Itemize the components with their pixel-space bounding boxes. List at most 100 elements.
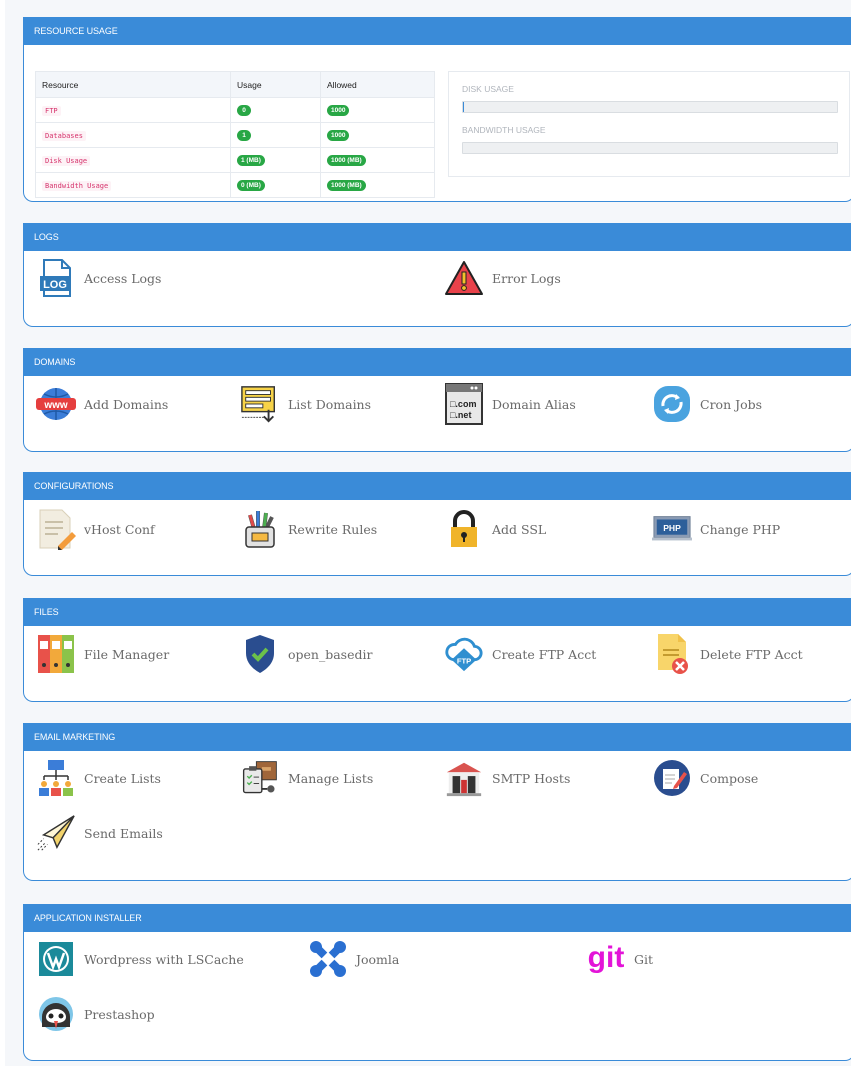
git-link[interactable]: git Git (586, 939, 653, 979)
ftp-cloud-icon: FTP (444, 634, 484, 674)
resource-name: Databases (42, 131, 86, 141)
delete-ftp-label: Delete FTP Acct (700, 646, 803, 662)
configurations-title: CONFIGURATIONS (23, 472, 851, 500)
resource-usage-panel: RESOURCE USAGE Resource Usage Allowed FT… (23, 17, 851, 202)
prestashop-link[interactable]: Prestashop (36, 997, 155, 1031)
access-logs-link[interactable]: LOG Access Logs (36, 259, 162, 297)
table-row: Databases 1 1000 (35, 122, 435, 148)
cron-jobs-link[interactable]: Cron Jobs (652, 384, 763, 424)
create-lists-label: Create Lists (84, 770, 161, 786)
joomla-label: Joomla (356, 951, 400, 967)
svg-text:PHP: PHP (663, 523, 681, 533)
domain-alias-icon: □.com □.net (444, 383, 484, 425)
compose-link[interactable]: Compose (652, 758, 758, 798)
error-logs-label: Error Logs (492, 270, 561, 286)
joomla-icon (308, 939, 348, 979)
svg-text:FTP: FTP (457, 657, 471, 666)
email-marketing-title: EMAIL MARKETING (23, 723, 851, 751)
send-emails-label: Send Emails (84, 825, 163, 841)
wordpress-link[interactable]: Wordpress with LSCache (36, 942, 244, 976)
resource-usage-title: RESOURCE USAGE (23, 17, 851, 45)
col-allowed: Allowed (320, 71, 435, 98)
lock-icon (444, 509, 484, 549)
page: RESOURCE USAGE Resource Usage Allowed FT… (5, 0, 851, 1066)
php-icon: PHP (652, 509, 692, 549)
col-usage: Usage (230, 71, 321, 98)
domain-alias-link[interactable]: □.com □.net Domain Alias (444, 383, 576, 425)
resource-name: Bandwidth Usage (42, 181, 112, 191)
logs-panel: LOGS LOG Access Logs Error Logs (23, 223, 851, 327)
table-header-row: Resource Usage Allowed (35, 71, 435, 98)
open-basedir-link[interactable]: open_basedir (240, 634, 373, 674)
change-php-link[interactable]: PHP Change PHP (652, 512, 780, 546)
manage-lists-link[interactable]: Manage Lists (240, 761, 373, 795)
cron-jobs-label: Cron Jobs (700, 396, 763, 412)
add-ssl-label: Add SSL (492, 521, 547, 537)
smtp-hosts-label: SMTP Hosts (492, 770, 571, 786)
wordpress-icon (36, 939, 76, 979)
svg-text:git: git (588, 941, 625, 974)
rewrite-rules-label: Rewrite Rules (288, 521, 378, 537)
svg-text:LOG: LOG (43, 279, 67, 291)
access-logs-label: Access Logs (84, 270, 162, 286)
table-row: Disk Usage 1 (MB) 1000 (MB) (35, 147, 435, 173)
email-marketing-panel: EMAIL MARKETING Create Lists Manage List… (23, 723, 851, 881)
file-manager-link[interactable]: File Manager (36, 634, 169, 674)
configurations-panel: CONFIGURATIONS vHost Conf Rewrite Rules … (23, 472, 851, 576)
create-ftp-link[interactable]: FTP Create FTP Acct (444, 634, 597, 674)
files-panel: FILES File Manager open_basedir FTP Crea… (23, 598, 851, 702)
git-icon: git (586, 939, 626, 979)
allowed-badge: 1000 (327, 130, 350, 141)
logs-title: LOGS (23, 223, 851, 251)
create-ftp-label: Create FTP Acct (492, 646, 597, 662)
create-lists-link[interactable]: Create Lists (36, 758, 161, 798)
add-ssl-link[interactable]: Add SSL (444, 509, 547, 549)
delete-ftp-link[interactable]: Delete FTP Acct (652, 634, 803, 674)
open-basedir-label: open_basedir (288, 646, 373, 662)
domains-title: DOMAINS (23, 348, 851, 376)
domain-alias-label: Domain Alias (492, 396, 576, 412)
usage-badge: 1 (MB) (237, 155, 265, 166)
allowed-badge: 1000 (MB) (327, 155, 366, 166)
svg-text:□.com: □.com (450, 399, 476, 409)
clipboard-box-icon (240, 758, 280, 798)
usage-badge: 0 (237, 105, 251, 116)
disk-usage-label: DISK USAGE (462, 84, 514, 94)
resource-name: Disk Usage (42, 156, 91, 166)
disk-usage-bar (462, 101, 838, 113)
change-php-label: Change PHP (700, 521, 781, 537)
list-domains-link[interactable]: List Domains (240, 384, 371, 424)
error-logs-link[interactable]: Error Logs (444, 261, 561, 295)
rewrite-rules-link[interactable]: Rewrite Rules (240, 509, 378, 549)
bandwidth-usage-bar (462, 142, 838, 154)
paper-plane-icon (36, 813, 76, 853)
building-icon (444, 758, 484, 798)
manage-lists-label: Manage Lists (288, 770, 374, 786)
application-installer-panel: APPLICATION INSTALLER Wordpress with LSC… (23, 904, 851, 1061)
vhost-conf-link[interactable]: vHost Conf (36, 509, 155, 550)
resource-name: FTP (42, 106, 61, 116)
prestashop-label: Prestashop (84, 1006, 155, 1022)
domains-panel: DOMAINS www Add Domains List Domains □.c… (23, 348, 851, 452)
add-domains-link[interactable]: www Add Domains (36, 387, 168, 421)
wordpress-label: Wordpress with LSCache (84, 951, 244, 967)
prestashop-icon (36, 994, 76, 1034)
pencil-cup-icon (240, 509, 280, 549)
compose-icon (652, 758, 692, 798)
document-edit-icon (36, 509, 76, 550)
cron-icon (652, 384, 692, 424)
allowed-badge: 1000 (327, 105, 350, 116)
shield-check-icon (240, 634, 280, 674)
list-icon (240, 384, 280, 424)
vhost-conf-label: vHost Conf (84, 521, 155, 537)
bandwidth-usage-label: BANDWIDTH USAGE (462, 125, 546, 135)
send-emails-link[interactable]: Send Emails (36, 813, 163, 853)
folders-icon (36, 634, 76, 674)
people-icon (36, 758, 76, 798)
col-resource: Resource (35, 71, 231, 98)
www-globe-icon: www (36, 384, 76, 424)
joomla-link[interactable]: Joomla (308, 939, 400, 979)
smtp-hosts-link[interactable]: SMTP Hosts (444, 758, 571, 798)
allowed-badge: 1000 (MB) (327, 180, 366, 191)
files-title: FILES (23, 598, 851, 626)
